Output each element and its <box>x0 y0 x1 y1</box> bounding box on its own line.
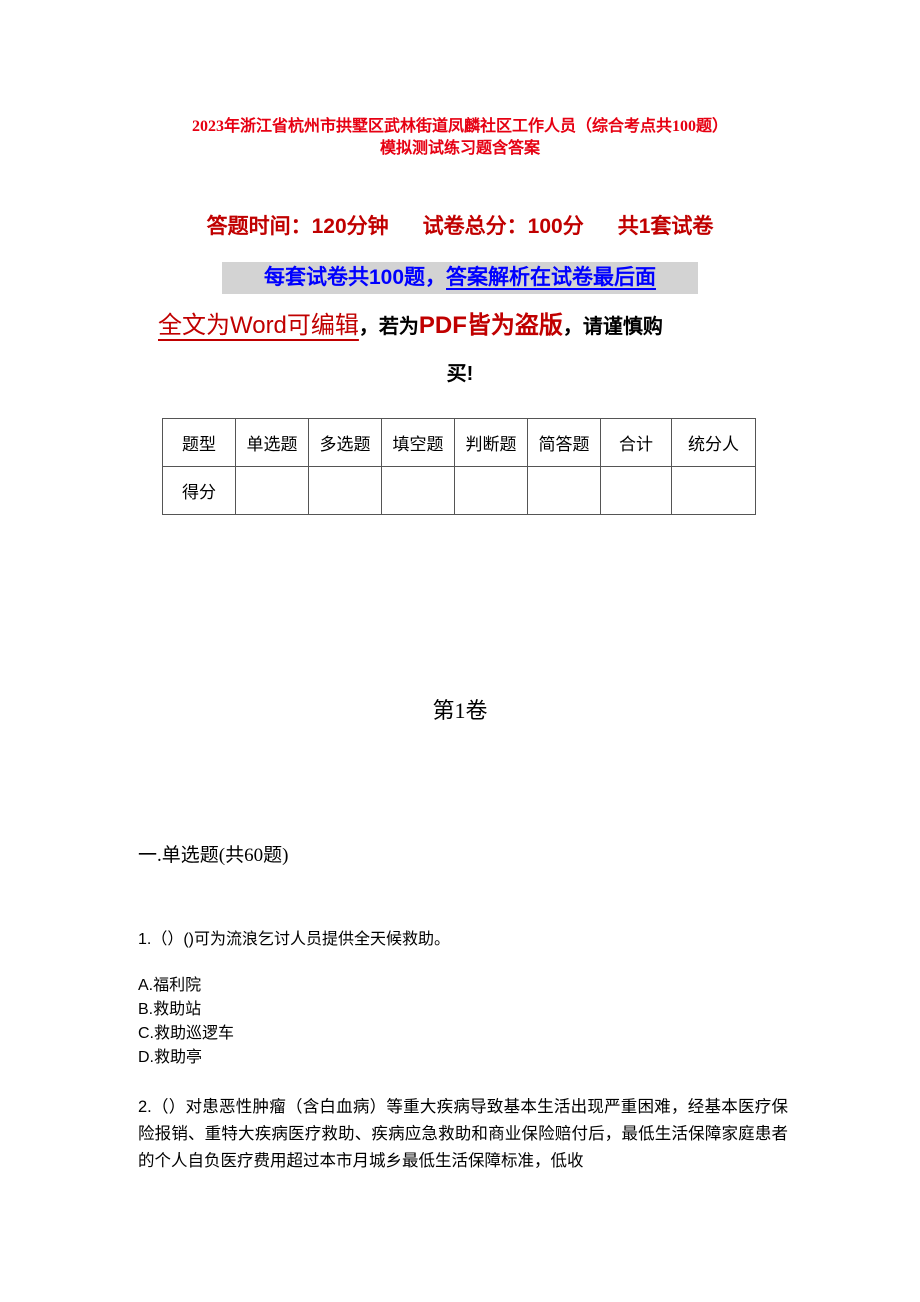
option-b: B.救助站 <box>138 1001 202 1018</box>
header-cell: 合计 <box>600 418 672 467</box>
score-table: 题型 单选题 多选题 填空题 判断题 简答题 合计 统分人 得分 <box>162 418 756 515</box>
score-row-label: 得分 <box>162 466 236 515</box>
exam-total-score: 试卷总分：100分 <box>422 215 584 238</box>
header-cell: 判断题 <box>454 418 528 467</box>
score-cell <box>600 466 672 515</box>
question-1-text: 1.（）()可为流浪乞讨人员提供全天候救助。 <box>138 931 451 948</box>
exam-info: 答题时间：120分钟 试卷总分：100分 共1套试卷 <box>0 212 920 242</box>
document-title-line-1: 2023年浙江省杭州市拱墅区武林街道凤麟社区工作人员（综合考点共100题） <box>191 118 728 135</box>
if-text: 若为 <box>378 316 419 338</box>
comma: ， <box>358 316 379 338</box>
option-c: C.救助巡逻车 <box>138 1025 235 1042</box>
header-cell: 统分人 <box>671 418 756 467</box>
pdf-piracy-text: PDF皆为盗版 <box>418 312 563 339</box>
header-cell: 单选题 <box>235 418 309 467</box>
comma: ， <box>562 316 583 338</box>
option-a: A.福利院 <box>138 977 202 994</box>
header-cell: 简答题 <box>527 418 601 467</box>
score-cell <box>381 466 455 515</box>
edit-notice: 全文为Word可编辑，若为PDF皆为盗版，请谨慎购 <box>158 306 778 347</box>
notice-count: 每套试卷共100题， <box>263 266 447 289</box>
header-cell: 多选题 <box>308 418 382 467</box>
document-title-line-2: 模拟测试练习题含答案 <box>379 140 540 157</box>
answer-notice: 每套试卷共100题，答案解析在试卷最后面 <box>222 262 698 294</box>
score-cell <box>671 466 756 515</box>
question-2-text: 2.（）对患恶性肿瘤（含白血病）等重大疾病导致基本生活出现严重困难，经基本医疗保… <box>138 1098 788 1170</box>
careful-buy-text: 请谨慎购 <box>582 316 663 338</box>
score-table-header-row: 题型 单选题 多选题 填空题 判断题 简答题 合计 统分人 <box>162 418 756 467</box>
option-d: D.救助亭 <box>138 1049 203 1066</box>
exam-time: 答题时间：120分钟 <box>206 215 389 238</box>
section-title: 一.单选题(共60题) <box>138 845 289 866</box>
word-editable-text: 全文为Word可编辑 <box>158 312 359 339</box>
score-table-score-row: 得分 <box>162 466 756 515</box>
score-cell <box>527 466 601 515</box>
question-1-options: A.福利院 B.救助站 C.救助巡逻车 D.救助亭 <box>138 974 788 1070</box>
score-cell <box>235 466 309 515</box>
score-cell <box>454 466 528 515</box>
buy-text: 买! <box>446 363 474 385</box>
exam-sets: 共1套试卷 <box>617 215 714 238</box>
score-cell <box>308 466 382 515</box>
header-cell: 填空题 <box>381 418 455 467</box>
volume-title: 第1卷 <box>432 698 488 723</box>
header-cell: 题型 <box>162 418 236 467</box>
notice-answers-location: 答案解析在试卷最后面 <box>446 266 657 289</box>
